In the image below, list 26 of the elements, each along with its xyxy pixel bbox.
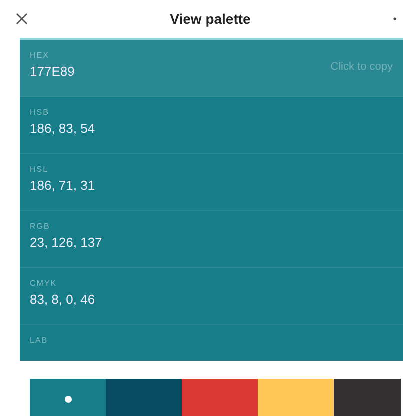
format-value: 177E89 <box>30 63 75 81</box>
color-swatch[interactable] <box>106 379 182 416</box>
color-swatch[interactable] <box>258 379 334 416</box>
format-label: CMYK <box>30 278 58 290</box>
format-value: 23, 126, 137 <box>30 234 102 252</box>
color-swatch[interactable] <box>30 379 106 416</box>
color-swatch[interactable] <box>334 379 401 416</box>
format-label: LAB <box>30 335 48 347</box>
close-icon[interactable] <box>16 13 28 25</box>
format-row[interactable]: HSL 186, 71, 31 <box>20 154 403 211</box>
format-label: HSB <box>30 107 50 119</box>
format-row[interactable]: CMYK 83, 8, 0, 46 <box>20 268 403 325</box>
screen-title: View palette <box>169 11 252 27</box>
format-row[interactable]: HSB 186, 83, 54 <box>20 97 403 154</box>
copy-hint: Click to copy <box>330 61 393 73</box>
format-label: RGB <box>30 221 50 233</box>
format-label: HSL <box>30 164 49 176</box>
format-row[interactable]: HEX 177E89 Click to copy <box>20 40 403 97</box>
format-value: 186, 71, 31 <box>30 177 96 195</box>
more-icon[interactable] <box>393 17 397 21</box>
selected-dot-icon <box>64 396 72 402</box>
format-label: HEX <box>30 50 50 62</box>
format-value: 186, 83, 54 <box>30 120 96 138</box>
color-swatch[interactable] <box>182 379 258 416</box>
format-value: 83, 8, 0, 46 <box>30 291 96 309</box>
format-row[interactable]: RGB 23, 126, 137 <box>20 211 403 268</box>
